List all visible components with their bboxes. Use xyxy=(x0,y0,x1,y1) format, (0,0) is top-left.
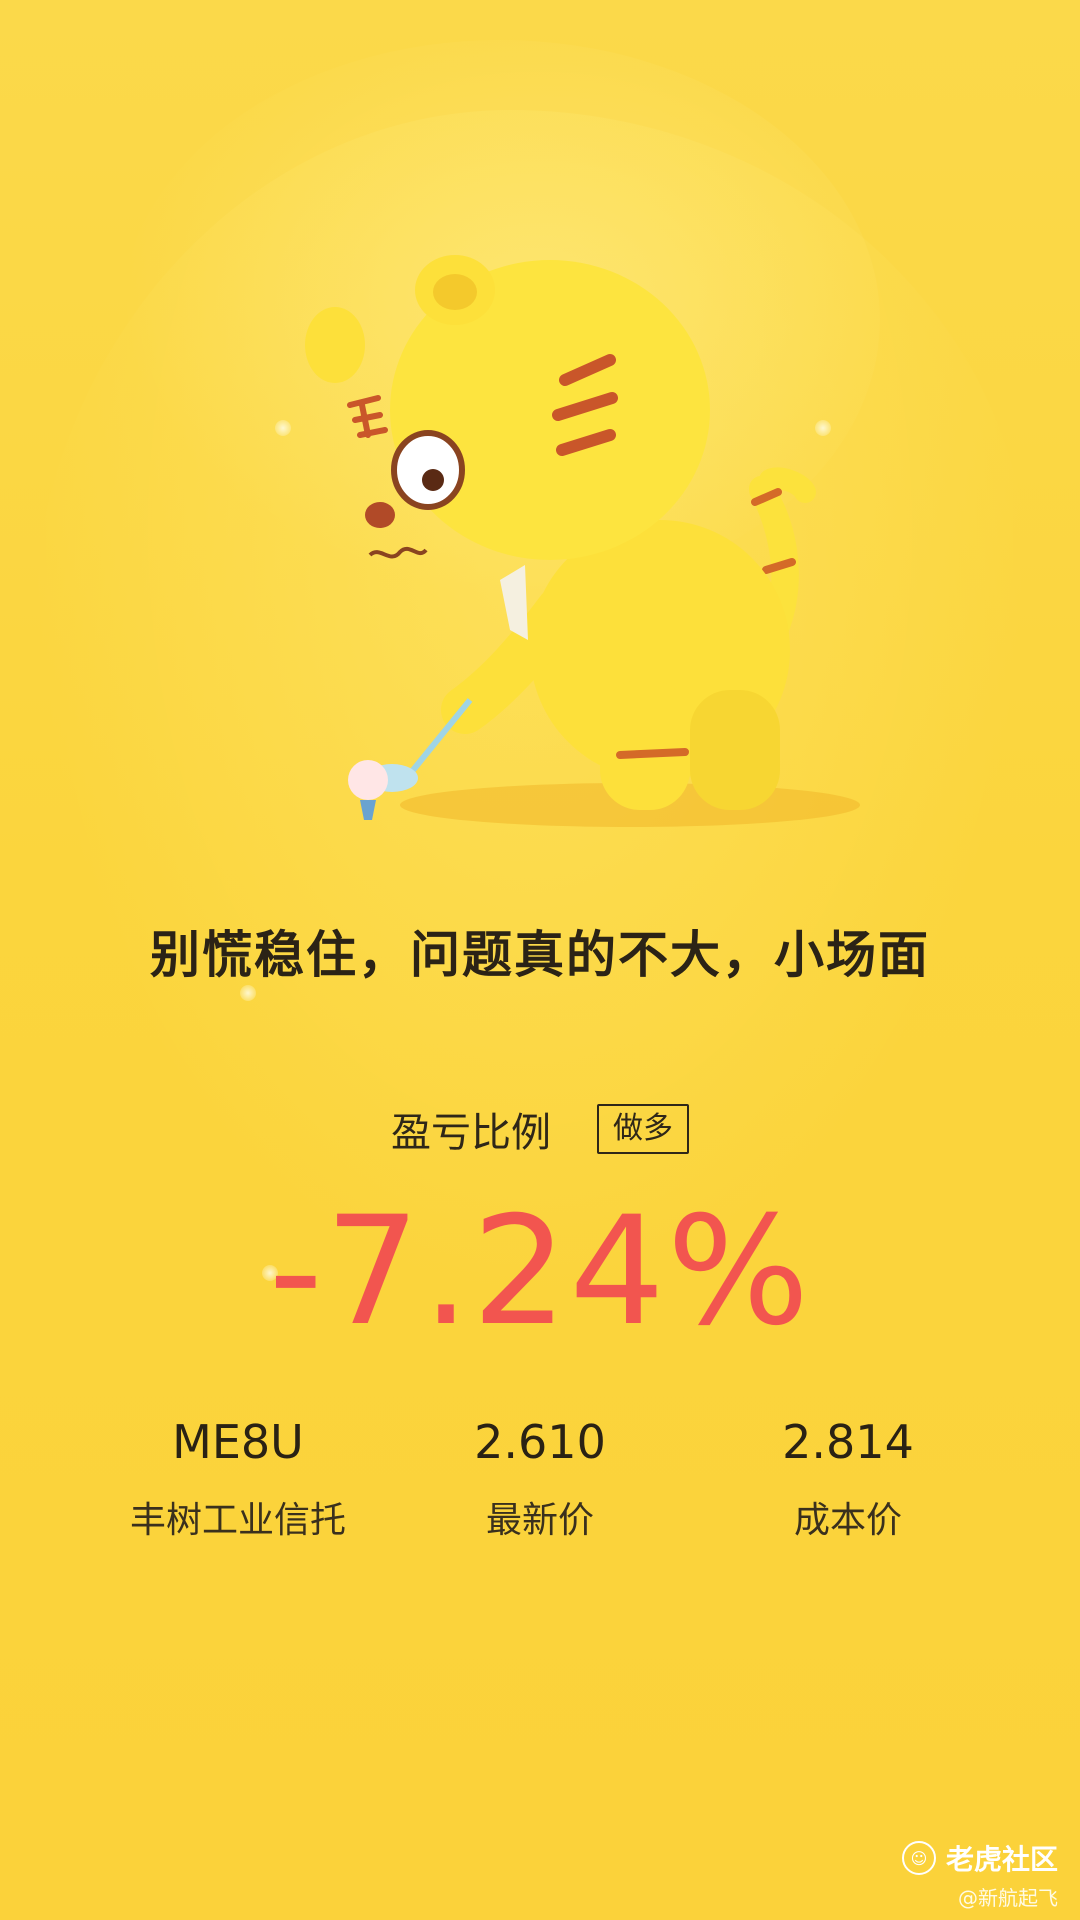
stat-latest-price: 2.610 最新价 xyxy=(380,1415,700,1543)
profit-loss-label: 盈亏比例 xyxy=(391,1110,551,1156)
stat-label: 成本价 xyxy=(793,1500,902,1541)
sparkle xyxy=(275,420,291,436)
stat-label: 最新价 xyxy=(485,1500,594,1541)
stat-cost-price: 2.814 成本价 xyxy=(688,1415,1008,1543)
stat-value: 2.610 xyxy=(474,1415,606,1469)
direction-badge: 做多 xyxy=(597,1104,689,1154)
stat-value: 2.814 xyxy=(782,1415,914,1469)
tiger-logo-icon: ☺ xyxy=(901,1841,936,1875)
brand-name: 老虎社区 xyxy=(945,1843,1058,1876)
profit-loss-value: -7.24% xyxy=(268,1185,812,1359)
brand-logo: ☺ 老虎社区 xyxy=(901,1838,1058,1878)
profit-loss-header: 盈亏比例 做多 xyxy=(0,1100,1080,1158)
tiger-golfer-illustration xyxy=(305,255,860,827)
watermark: @新航起飞 xyxy=(958,1886,1058,1910)
stat-ticker: ME8U 丰树工业信托 xyxy=(78,1415,398,1543)
headline: 别慌稳住，问题真的不大，小场面 xyxy=(150,926,930,984)
sparkle xyxy=(240,985,256,1001)
stat-label: 丰树工业信托 xyxy=(129,1500,346,1541)
stat-value: ME8U xyxy=(172,1415,304,1469)
